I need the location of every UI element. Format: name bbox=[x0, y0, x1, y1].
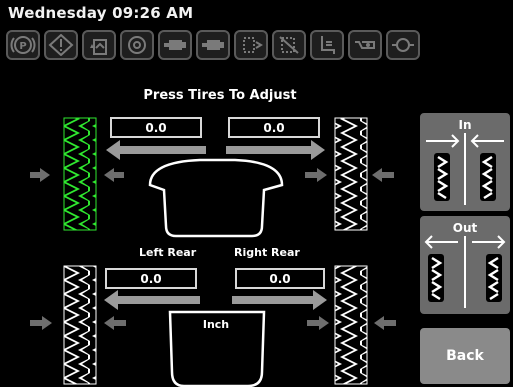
unit-label: Inch bbox=[202, 318, 230, 331]
front-left-outer-arrow bbox=[30, 168, 50, 182]
front-right-inner-arrow bbox=[305, 168, 327, 182]
rear-right-outer-arrow bbox=[374, 316, 396, 330]
rear-left-tire-button[interactable] bbox=[64, 266, 96, 384]
in-arrows-icon bbox=[426, 133, 504, 205]
cab-outline bbox=[148, 158, 284, 238]
front-right-adjust-arrow bbox=[226, 140, 325, 160]
front-left-adjust-arrow bbox=[106, 140, 206, 160]
rear-right-tire-button[interactable] bbox=[335, 266, 367, 384]
rear-left-outer-arrow bbox=[30, 316, 52, 330]
rear-left-inner-arrow bbox=[104, 316, 126, 330]
front-right-outer-arrow bbox=[372, 168, 394, 182]
back-button-label: Back bbox=[446, 348, 484, 364]
rear-right-adjust-arrow bbox=[232, 290, 327, 310]
rear-right-inner-arrow bbox=[307, 316, 329, 330]
out-button[interactable]: Out bbox=[420, 216, 510, 314]
front-left-tire-button[interactable] bbox=[64, 118, 96, 230]
front-right-tire-button[interactable] bbox=[335, 118, 367, 230]
out-arrows-icon bbox=[424, 235, 506, 308]
back-button[interactable]: Back bbox=[420, 328, 510, 384]
front-left-inner-arrow bbox=[104, 168, 124, 182]
rear-left-adjust-arrow bbox=[104, 290, 200, 310]
in-button[interactable]: In bbox=[420, 113, 510, 211]
